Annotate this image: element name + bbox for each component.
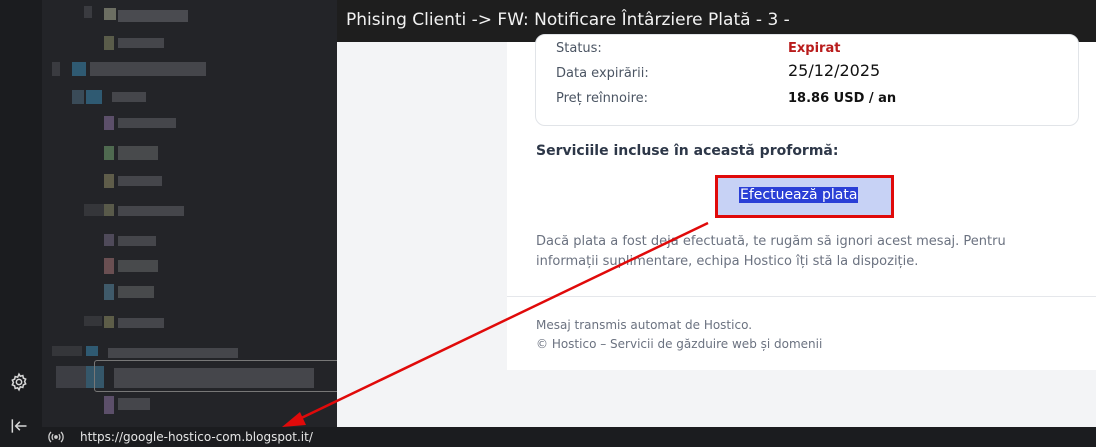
payment-note: Dacă plata a fost deja efectuată, te rug… xyxy=(536,234,1006,269)
footer-line-2: © Hostico – Servicii de găzduire web și … xyxy=(536,337,823,351)
gear-icon[interactable] xyxy=(9,372,29,392)
email-viewer: Status: Expirat Data expirării: 25/12/20… xyxy=(337,34,1096,427)
link-url: https://google-hostico-com.blogspot.it/ xyxy=(80,430,313,444)
message-list-blurred xyxy=(42,0,337,427)
expiry-date-value: 25/12/2025 xyxy=(788,61,881,80)
status-bar: https://google-hostico-com.blogspot.it/ xyxy=(42,427,1096,447)
services-heading: Serviciile incluse în această proformă: xyxy=(536,143,839,159)
footer-divider xyxy=(507,296,1096,297)
collapse-sidebar-icon[interactable] xyxy=(9,416,29,436)
broadcast-icon xyxy=(48,431,64,443)
renewal-price-value: 18.86 USD / an xyxy=(788,91,897,106)
renewal-price-label: Preț reînnoire: xyxy=(556,91,649,106)
expiry-date-label: Data expirării: xyxy=(556,66,649,81)
status-label: Status: xyxy=(556,41,602,56)
left-rail xyxy=(0,0,42,447)
highlight-box xyxy=(715,175,894,218)
message-subject: Phising Clienti -> FW: Notificare Întârz… xyxy=(346,10,790,30)
footer-line-1: Mesaj transmis automat de Hostico. xyxy=(536,318,753,332)
selected-list-item[interactable] xyxy=(94,360,337,392)
email-card: Status: Expirat Data expirării: 25/12/20… xyxy=(507,34,1096,370)
status-value: Expirat xyxy=(788,41,841,56)
